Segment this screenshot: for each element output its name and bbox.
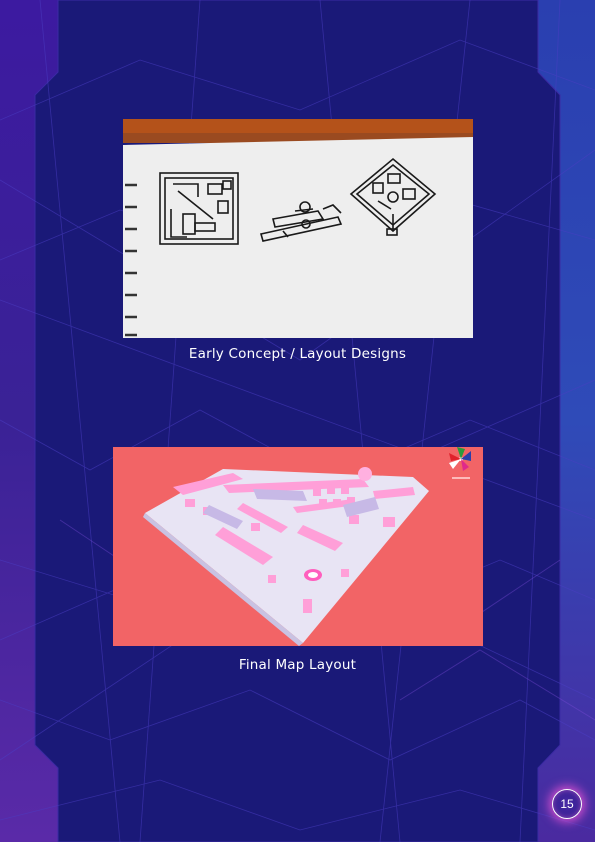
figure-caption: Early Concept / Layout Designs (188, 346, 407, 362)
figure-caption: Final Map Layout (238, 657, 357, 673)
concept-sketch-image (123, 119, 473, 338)
page-number: 15 (552, 789, 582, 819)
final-map-image (113, 447, 483, 646)
